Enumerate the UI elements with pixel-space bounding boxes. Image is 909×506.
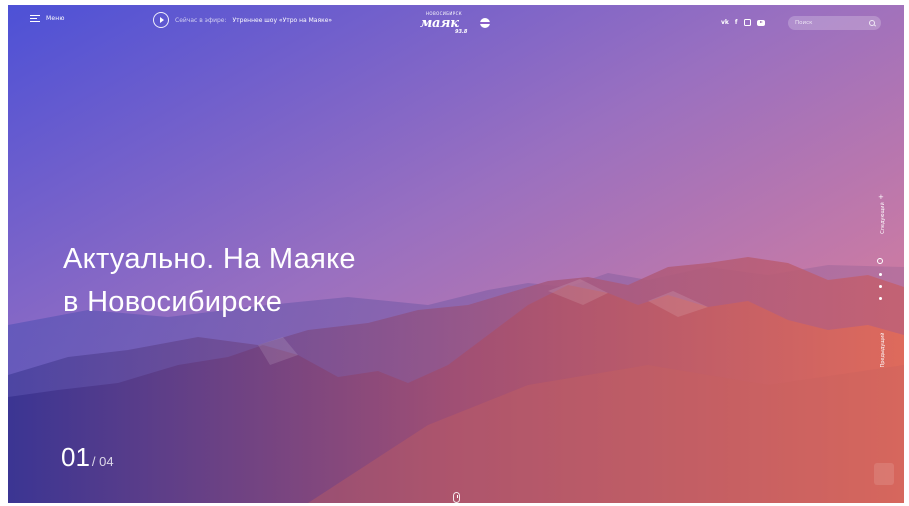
youtube-icon[interactable] bbox=[756, 19, 765, 26]
top-bar: Меню Сейчас в эфире: Утреннее шоу «Утро … bbox=[8, 5, 904, 41]
corner-widget[interactable] bbox=[874, 463, 894, 485]
search-input[interactable] bbox=[788, 16, 875, 30]
slide-dot-2[interactable] bbox=[878, 273, 882, 276]
slide-counter: 01/ 04 bbox=[61, 442, 114, 473]
slide-current: 01 bbox=[61, 442, 90, 472]
headline-line-2: в Новосибирске bbox=[63, 286, 283, 318]
now-playing: Сейчас в эфире: Утреннее шоу «Утро на Ма… bbox=[153, 12, 332, 28]
play-icon bbox=[159, 17, 164, 23]
slide-dot-3[interactable] bbox=[878, 285, 882, 288]
menu-button[interactable]: Меню bbox=[30, 15, 65, 22]
logo-frequency: 93.8 bbox=[455, 29, 468, 35]
prev-slide-label: Предыдущий bbox=[880, 332, 886, 368]
hamburger-icon bbox=[30, 15, 40, 22]
slide-total: / 04 bbox=[91, 454, 114, 469]
hero-headline: Актуально. На Маяке в Новосибирске bbox=[63, 238, 356, 324]
headline-line-1: Актуально. На Маяке bbox=[63, 243, 356, 275]
next-slide-label: Следующий bbox=[880, 202, 886, 234]
play-button[interactable] bbox=[153, 12, 169, 28]
site-logo[interactable]: НОВОСИБИРСК маяк 93.8 bbox=[420, 11, 494, 35]
facebook-icon[interactable]: f bbox=[735, 19, 738, 26]
slide-dot-1[interactable] bbox=[877, 258, 883, 264]
slide-dot-4[interactable] bbox=[878, 297, 882, 300]
logo-name: маяк bbox=[420, 16, 459, 31]
instagram-icon[interactable] bbox=[743, 19, 751, 26]
search-icon[interactable] bbox=[869, 20, 875, 26]
slide-dots bbox=[877, 258, 883, 300]
live-prefix: Сейчас в эфире: bbox=[175, 16, 227, 24]
social-links: vk f bbox=[721, 19, 765, 26]
prev-slide-button[interactable]: Предыдущий bbox=[868, 327, 898, 377]
next-slide-button[interactable]: + Следующий bbox=[876, 193, 886, 245]
live-show-title[interactable]: Утреннее шоу «Утро на Маяке» bbox=[233, 17, 333, 24]
menu-label: Меню bbox=[46, 15, 65, 22]
hero-slider: Меню Сейчас в эфире: Утреннее шоу «Утро … bbox=[8, 5, 904, 503]
search-box bbox=[788, 16, 881, 30]
globe-icon bbox=[480, 18, 490, 28]
vk-icon[interactable]: vk bbox=[721, 19, 729, 26]
scroll-down-mouse-icon[interactable] bbox=[453, 492, 460, 503]
